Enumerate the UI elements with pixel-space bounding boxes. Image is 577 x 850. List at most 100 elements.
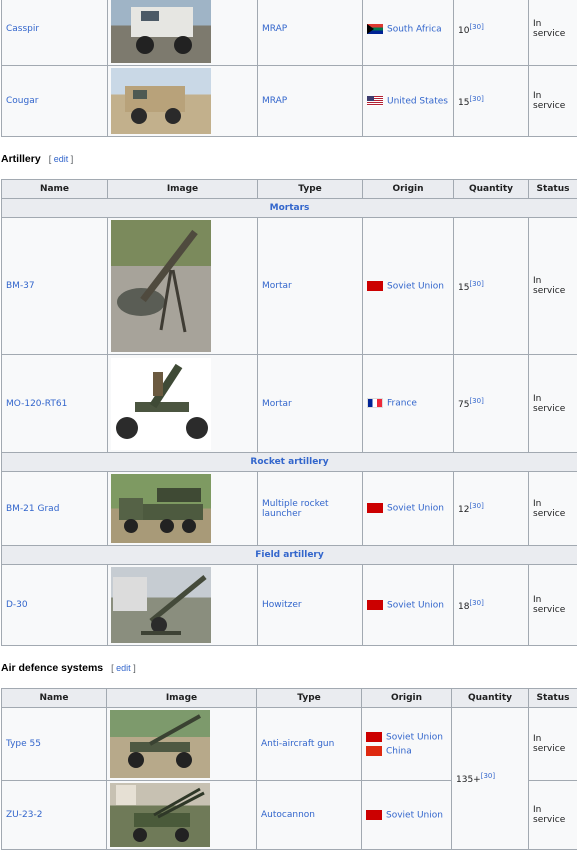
group-link[interactable]: Mortars [270,203,310,213]
origin-link[interactable]: South Africa [387,24,442,34]
weapon-origin-cell: Soviet Union [363,565,454,646]
table-row: Casspir MRAP South Africa 10[30] In serv… [2,0,577,66]
column-header-type[interactable]: Type [258,180,363,199]
weapon-status-cell: In service [529,472,577,546]
weapon-name-link[interactable]: BM-21 Grad [6,504,59,514]
vehicle-origin-cell: United States [363,66,454,137]
table-row: Cougar MRAP United States 15[30] In serv… [2,66,577,137]
reference-link[interactable]: [30] [469,280,483,288]
south-africa-flag-icon [367,24,383,34]
weapon-name-link[interactable]: ZU-23-2 [6,810,42,820]
weapon-name-link[interactable]: MO-120-RT61 [6,399,67,409]
quantity-value: 15 [458,98,469,108]
weapon-name-cell: D-30 [2,565,108,646]
quantity-value: 12 [458,505,469,515]
soviet-union-flag-icon [366,732,382,742]
vehicle-type-link[interactable]: MRAP [262,96,287,106]
origin-link[interactable]: Soviet Union [387,281,444,291]
united-states-flag-icon [367,96,383,106]
vehicle-type-cell: MRAP [258,0,363,66]
origin-link[interactable]: United States [387,96,448,106]
weapon-name-cell: BM-21 Grad [2,472,108,546]
weapon-origin-cell: Soviet Union [362,781,452,850]
bm-21-grad-photo[interactable] [111,474,211,543]
section-title: Air defence systems [1,662,103,674]
vehicle-origin-cell: South Africa [363,0,454,66]
origin-link[interactable]: Soviet Union [387,504,444,514]
column-header-image[interactable]: Image [108,180,258,199]
vehicle-status-cell: In service [529,66,577,137]
vehicle-image-cell [108,66,258,137]
weapon-status-cell: In service [529,781,577,850]
column-header-quantity[interactable]: Quantity [454,180,529,199]
section-title: Artillery [1,153,41,165]
weapon-name-link[interactable]: BM-37 [6,281,35,291]
column-header-name[interactable]: Name [2,180,108,199]
group-mortars[interactable]: Mortars [2,199,577,218]
edit-link[interactable]: edit [54,154,69,164]
column-header-quantity[interactable]: Quantity [452,689,529,708]
bm-37-mortar-photo[interactable] [111,220,211,352]
weapon-type-link[interactable]: Mortar [262,281,292,291]
weapon-type-link[interactable]: Autocannon [261,810,315,820]
quantity-value: 18 [458,602,469,612]
column-header-origin[interactable]: Origin [363,180,454,199]
weapon-type-link[interactable]: Multiple rocket launcher [262,499,329,519]
weapon-image-cell [107,781,257,850]
weapon-image-cell [108,472,258,546]
weapon-name-cell: Type 55 [2,708,107,781]
reference-link[interactable]: [30] [481,772,495,780]
origin-link[interactable]: Soviet Union [386,733,443,743]
zu-23-2-autocannon-photo[interactable] [110,783,210,847]
reference-link[interactable]: [30] [469,397,483,405]
origin-link[interactable]: Soviet Union [386,810,443,820]
weapon-image-cell [108,565,258,646]
weapon-name-link[interactable]: D-30 [6,600,28,610]
weapon-quantity-cell: 12[30] [454,472,529,546]
reference-link[interactable]: [30] [469,95,483,103]
cougar-vehicle-photo[interactable] [111,68,211,134]
reference-link[interactable]: [30] [469,23,483,31]
type-55-gun-photo[interactable] [110,710,210,778]
group-rocket-artillery[interactable]: Rocket artillery [2,453,577,472]
group-link[interactable]: Rocket artillery [250,457,328,467]
edit-link[interactable]: edit [116,663,131,673]
weapon-status-cell: In service [529,355,577,453]
vehicle-type-link[interactable]: MRAP [262,24,287,34]
vehicle-name-link[interactable]: Casspir [6,24,39,34]
group-link[interactable]: Field artillery [255,550,323,560]
reference-link[interactable]: [30] [469,599,483,607]
group-row: Field artillery [2,546,577,565]
casspir-vehicle-photo[interactable] [111,0,211,63]
table-row: BM-37 Mortar Soviet Union 15[30] In serv… [2,218,577,355]
group-field-artillery[interactable]: Field artillery [2,546,577,565]
origin-link[interactable]: China [386,746,412,756]
vehicle-name-cell: Casspir [2,0,108,66]
column-header-origin[interactable]: Origin [362,689,452,708]
d-30-howitzer-photo[interactable] [111,567,211,643]
weapon-type-link[interactable]: Howitzer [262,600,302,610]
mo-120-rt61-mortar-photo[interactable] [111,358,211,450]
weapon-status-cell: In service [529,218,577,355]
origin-link[interactable]: France [387,399,417,409]
air-defence-heading: Air defence systems[ edit ] [1,662,136,674]
vehicle-name-link[interactable]: Cougar [6,96,38,106]
weapon-type-link[interactable]: Anti-aircraft gun [261,739,334,749]
column-header-status[interactable]: Status [529,689,577,708]
column-header-status[interactable]: Status [529,180,577,199]
reference-link[interactable]: [30] [469,502,483,510]
group-row: Mortars [2,199,577,218]
weapon-type-link[interactable]: Mortar [262,399,292,409]
column-header-image[interactable]: Image [107,689,257,708]
vehicle-type-cell: MRAP [258,66,363,137]
column-header-name[interactable]: Name [2,689,107,708]
air-defence-table: Name Image Type Origin Quantity Status T… [1,688,577,850]
france-flag-icon [367,398,383,408]
weapon-name-link[interactable]: Type 55 [6,739,41,749]
weapon-type-cell: Anti-aircraft gun [257,708,362,781]
weapon-image-cell [108,355,258,453]
quantity-value: 15 [458,283,469,293]
origin-link[interactable]: Soviet Union [387,600,444,610]
column-header-type[interactable]: Type [257,689,362,708]
weapon-type-cell: Multiple rocket launcher [258,472,363,546]
